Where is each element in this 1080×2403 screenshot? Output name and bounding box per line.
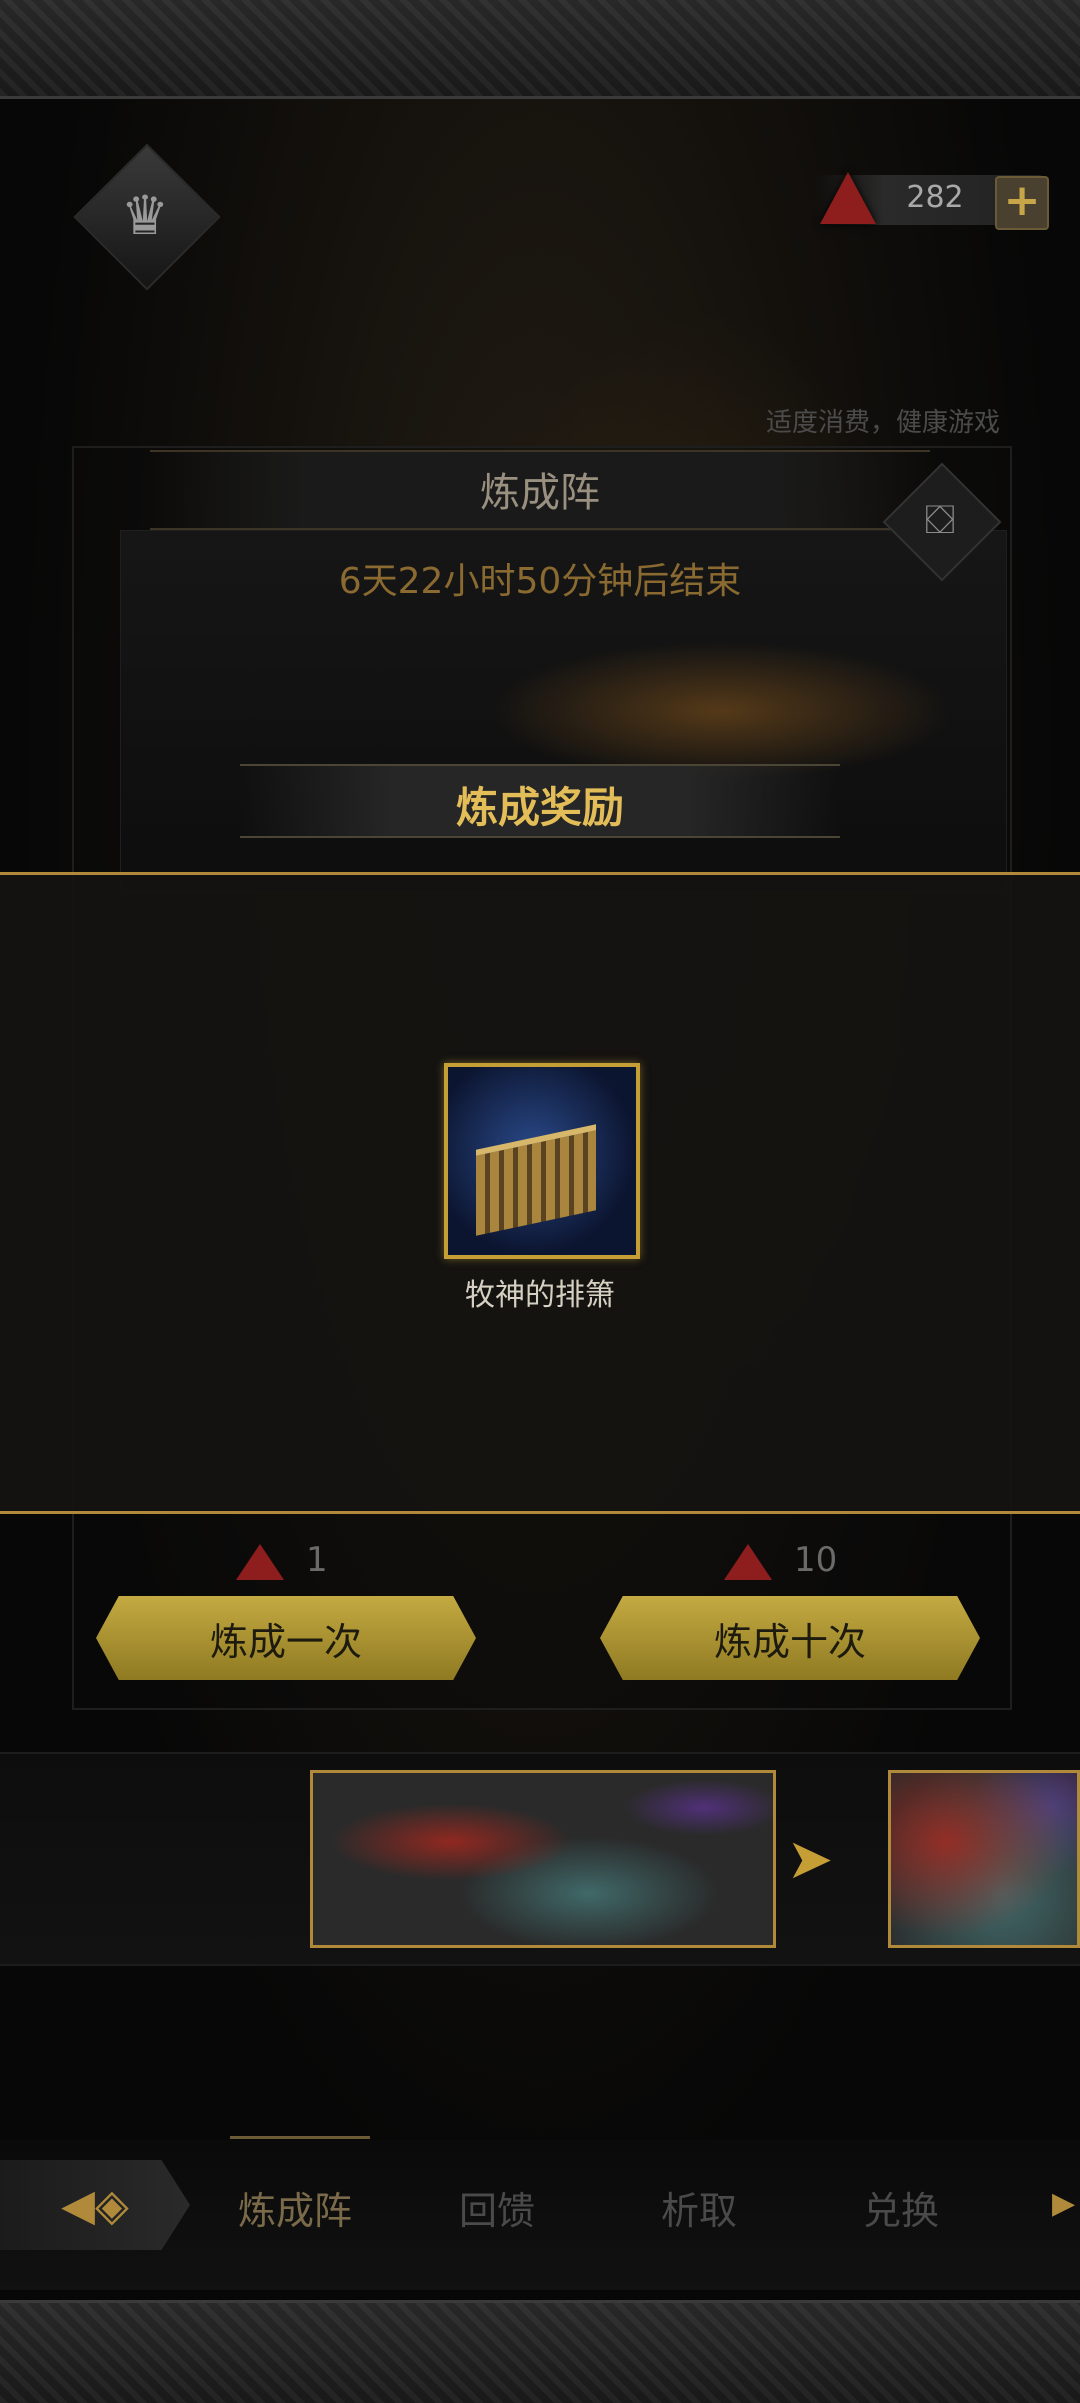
pan-flute-icon <box>476 1124 596 1236</box>
tab-extract[interactable]: 析取 <box>614 2180 784 2235</box>
health-notice: 适度消费，健康游戏 <box>765 408 1000 438</box>
forge-once-button[interactable]: 炼成一次 <box>96 1596 476 1680</box>
crown-icon: ♛ <box>120 183 170 247</box>
reward-item-name: 牧神的排箫 <box>465 1278 615 1313</box>
cost-gem-icon <box>724 1544 772 1580</box>
event-timer: 6天22小时50分钟后结束 <box>338 561 742 602</box>
reward-title: 炼成奖励 <box>455 783 624 832</box>
nav-active-indicator <box>230 2136 370 2139</box>
chest-icon: ⛋ <box>924 497 956 543</box>
reward-item-slot[interactable] <box>444 1063 640 1259</box>
forge-once-cost: 1 <box>306 1540 328 1580</box>
cost-gem-icon <box>236 1544 284 1580</box>
nav-more-arrow[interactable]: ▶ <box>1052 2186 1075 2221</box>
tab-rewards[interactable]: 回馈 <box>412 2180 582 2235</box>
add-currency-button[interactable]: + <box>995 176 1049 230</box>
page-title: 炼成阵 <box>480 470 600 516</box>
forge-ten-cost: 10 <box>794 1540 838 1580</box>
carousel-slide-next[interactable] <box>888 1770 1080 1948</box>
carousel-next-arrow[interactable]: ➤ <box>780 1830 840 1890</box>
top-frame <box>0 0 1080 99</box>
forge-ten-button[interactable]: 炼成十次 <box>600 1596 980 1680</box>
currency-value: 282 <box>906 180 964 215</box>
tab-forge[interactable]: 炼成阵 <box>210 2180 380 2235</box>
carousel-slide-current[interactable] <box>310 1770 776 1948</box>
bottom-frame <box>0 2300 1080 2403</box>
tab-exchange[interactable]: 兑换 <box>816 2180 986 2235</box>
back-button[interactable]: ◀◈ <box>0 2160 190 2250</box>
red-gem-icon <box>820 172 876 224</box>
